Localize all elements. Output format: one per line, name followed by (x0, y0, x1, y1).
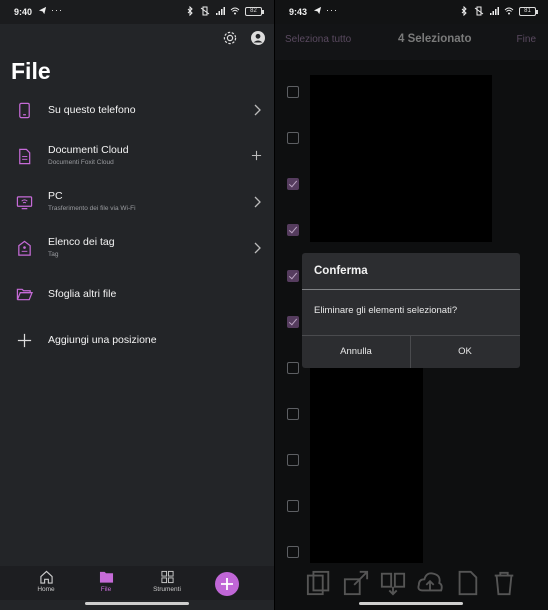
plus-icon (17, 333, 32, 348)
document-icon (19, 148, 31, 165)
status-bar: 9:40 ··· 82 (0, 0, 274, 24)
status-time: 9:40 (14, 7, 33, 17)
file-checkbox-checked[interactable] (287, 178, 299, 190)
phone-icon (19, 102, 30, 119)
tools-icon (160, 570, 174, 584)
battery-icon: 81 (519, 6, 538, 16)
more-notifications-icon: ··· (51, 5, 63, 15)
ok-button[interactable]: OK (411, 335, 519, 368)
cancel-button[interactable]: Annulla (302, 335, 410, 368)
plus-icon (221, 578, 233, 590)
bluetooth-icon (187, 6, 193, 16)
file-checkbox[interactable] (287, 546, 299, 558)
monitor-wifi-icon (16, 196, 33, 210)
selection-header: Seleziona tutto 4 Selezionato Fine (275, 24, 548, 60)
selection-count: 4 Selezionato (398, 33, 472, 45)
account-icon[interactable] (250, 30, 266, 46)
bulk-action-toolbar (275, 570, 548, 596)
bottom-nav-label: Strumenti (153, 586, 181, 593)
file-icon[interactable] (454, 570, 480, 596)
status-bar: 9:43 ··· 81 (275, 0, 548, 24)
file-checkbox[interactable] (287, 500, 299, 512)
bottom-nav-tools[interactable]: Strumenti (147, 570, 187, 593)
confirm-dialog: Conferma Eliminare gli elementi selezion… (302, 253, 520, 368)
more-notifications-icon: ··· (326, 5, 338, 15)
vibrate-icon (474, 6, 484, 16)
wifi-icon (230, 7, 240, 15)
nav-item-label: Aggiungi una posizione (48, 334, 157, 346)
vibrate-icon (200, 6, 210, 16)
nav-item-cloud-documents[interactable]: Documenti Cloud Documenti Foxit Cloud (0, 134, 274, 180)
nav-item-label: Elenco dei tag (48, 236, 115, 248)
nav-item-pc[interactable]: PC Trasferimento dei file via Wi-Fi (0, 180, 274, 226)
telegram-icon (313, 6, 322, 15)
file-checkbox-checked[interactable] (287, 224, 299, 236)
select-all-button[interactable]: Seleziona tutto (285, 34, 351, 45)
plus-icon[interactable] (251, 150, 262, 161)
nav-item-add-location[interactable]: Aggiungi una posizione (0, 318, 274, 364)
nav-item-label: Su questo telefono (48, 104, 136, 116)
file-checkbox[interactable] (287, 86, 299, 98)
nav-item-subtitle: Tag (48, 251, 59, 258)
trash-icon[interactable] (491, 570, 517, 596)
battery-icon: 82 (245, 6, 264, 16)
dialog-title: Conferma (314, 265, 368, 277)
tag-icon (18, 240, 31, 256)
file-screen: 9:40 ··· 82 File Su questo telefono Docu… (0, 0, 274, 610)
chevron-right-icon (254, 242, 261, 254)
nav-item-label: Sfoglia altri file (48, 288, 117, 300)
nav-item-subtitle: Documenti Foxit Cloud (48, 159, 114, 166)
home-icon (39, 570, 53, 584)
page-title: File (11, 58, 51, 84)
dialog-message: Eliminare gli elementi selezionati? (314, 305, 458, 316)
settings-icon[interactable] (222, 30, 238, 46)
upload-icon[interactable] (417, 570, 443, 596)
location-list: Su questo telefono Documenti Cloud Docum… (0, 88, 274, 364)
merge-icon[interactable] (380, 570, 406, 596)
file-checkbox[interactable] (287, 408, 299, 420)
chevron-right-icon (254, 196, 261, 208)
nav-item-label: Documenti Cloud (48, 144, 129, 156)
nav-item-label: PC (48, 190, 63, 202)
file-checkbox-checked[interactable] (287, 270, 299, 282)
copy-icon[interactable] (306, 570, 332, 596)
nav-item-tags[interactable]: Elenco dei tag Tag (0, 226, 274, 272)
file-thumbnail[interactable] (310, 368, 423, 563)
signal-icon (490, 7, 499, 15)
file-checkbox[interactable] (287, 132, 299, 144)
selection-screen: 9:43 ··· 81 Seleziona tutto 4 Selezionat… (275, 0, 548, 610)
home-indicator[interactable] (85, 602, 189, 605)
bluetooth-icon (461, 6, 467, 16)
chevron-right-icon (254, 104, 261, 116)
status-time: 9:43 (289, 7, 308, 17)
wifi-icon (504, 7, 514, 15)
file-checkbox[interactable] (287, 362, 299, 374)
bottom-nav-label: Home (37, 586, 55, 593)
folder-open-icon (16, 288, 33, 301)
folder-icon (99, 571, 113, 583)
telegram-icon (38, 6, 47, 15)
nav-item-phone[interactable]: Su questo telefono (0, 88, 274, 134)
move-icon[interactable] (343, 570, 369, 596)
nav-item-subtitle: Trasferimento dei file via Wi-Fi (48, 205, 136, 212)
file-thumbnail[interactable] (310, 75, 492, 242)
divider (302, 289, 520, 290)
file-checkbox-checked[interactable] (287, 316, 299, 328)
create-button[interactable] (215, 572, 239, 596)
bottom-nav-label: File (100, 586, 112, 593)
nav-item-browse-files[interactable]: Sfoglia altri file (0, 272, 274, 318)
file-checkbox[interactable] (287, 454, 299, 466)
done-button[interactable]: Fine (517, 34, 536, 45)
home-indicator[interactable] (359, 602, 463, 605)
bottom-nav-home[interactable]: Home (26, 570, 66, 593)
signal-icon (216, 7, 225, 15)
bottom-nav-file[interactable]: File (86, 570, 126, 593)
